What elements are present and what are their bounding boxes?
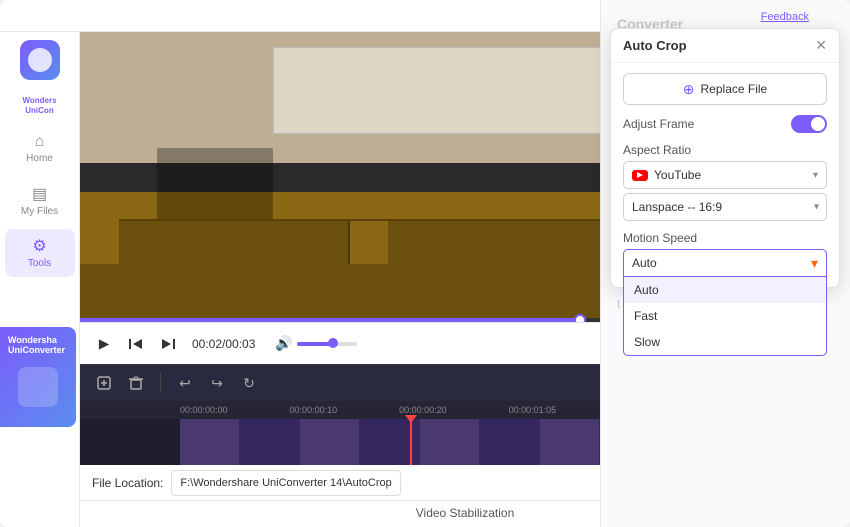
landscape-select-wrapper: Lanspace -- 16:9 xyxy=(623,193,827,221)
autocrop-modal: Feedback Auto Crop ✕ ⊕ Replace File Adju… xyxy=(610,28,840,288)
modal-title: Auto Crop xyxy=(623,38,687,53)
youtube-select-arrow: ▾ xyxy=(813,170,818,181)
ruler-mark-2: 00:00:00:20 xyxy=(399,405,447,415)
promo-banner: WondershaUniConverter xyxy=(0,327,76,427)
dropdown-option-auto[interactable]: Auto xyxy=(624,277,826,303)
chair-right xyxy=(388,221,619,265)
thumb-6 xyxy=(480,419,540,465)
prev-button[interactable] xyxy=(124,332,148,356)
thumb-5 xyxy=(420,419,480,465)
chair-left xyxy=(119,221,350,265)
delete-clip-button[interactable] xyxy=(124,371,148,395)
toggle-thumb xyxy=(811,117,825,131)
home-icon: ⌂ xyxy=(35,133,45,151)
modal-body: ⊕ Replace File Adjust Frame Aspect Ratio… xyxy=(611,63,839,287)
add-clip-button[interactable] xyxy=(92,371,116,395)
video-progress-fill xyxy=(80,318,581,322)
sidebar-item-tools[interactable]: ⚙ Tools xyxy=(5,229,75,277)
aspect-ratio-label: Aspect Ratio xyxy=(623,143,827,157)
landscape-select[interactable]: Lanspace -- 16:9 xyxy=(623,193,827,221)
playhead[interactable] xyxy=(410,419,412,465)
tools-icon: ⚙ xyxy=(32,236,46,256)
promo-icon xyxy=(18,367,58,407)
undo-button[interactable]: ↩ xyxy=(173,371,197,395)
adjust-frame-label: Adjust Frame xyxy=(623,117,694,131)
sidebar-files-label: My Files xyxy=(21,206,58,217)
adjust-frame-toggle[interactable] xyxy=(791,115,827,133)
replace-icon: ⊕ xyxy=(683,81,695,98)
promo-text: WondershaUniConverter xyxy=(0,327,76,363)
ruler-mark-0: 00:00:00:00 xyxy=(180,405,228,415)
refresh-button[interactable]: ↻ xyxy=(237,371,261,395)
sidebar: Wonders UniCon ⌂ Home ▤ My Files ⚙ Tools xyxy=(0,32,80,527)
thumb-7 xyxy=(540,419,600,465)
ruler-mark-1: 00:00:00:10 xyxy=(290,405,338,415)
volume-area: 🔊 xyxy=(275,335,356,352)
volume-thumb xyxy=(328,338,338,348)
modal-header: Auto Crop ✕ xyxy=(611,29,839,63)
youtube-label: YouTube xyxy=(654,168,813,182)
sidebar-home-label: Home xyxy=(26,153,53,164)
motion-speed-label: Motion Speed xyxy=(623,231,827,245)
redo-button[interactable]: ↪ xyxy=(205,371,229,395)
dropdown-option-fast[interactable]: Fast xyxy=(624,303,826,329)
sidebar-tools-label: Tools xyxy=(28,258,51,269)
feedback-link[interactable]: Feedback xyxy=(761,11,809,23)
replace-file-label: Replace File xyxy=(701,82,768,96)
replace-file-button[interactable]: ⊕ Replace File xyxy=(623,73,827,105)
logo-icon xyxy=(28,48,52,72)
modal-close-button[interactable]: ✕ xyxy=(815,37,827,54)
app-name: Wonders UniCon xyxy=(22,96,56,117)
thumb-2 xyxy=(240,419,300,465)
sidebar-item-my-files[interactable]: ▤ My Files xyxy=(5,177,75,225)
thumb-1 xyxy=(180,419,240,465)
files-icon: ▤ xyxy=(32,184,47,204)
youtube-icon xyxy=(632,170,648,181)
volume-slider[interactable] xyxy=(297,342,357,346)
dropdown-arrow-icon: ▾ xyxy=(811,255,818,272)
adjust-frame-row: Adjust Frame xyxy=(623,115,827,133)
volume-icon[interactable]: 🔊 xyxy=(275,335,292,352)
app-window: – □ ✕ Wonders UniCon ⌂ Home xyxy=(0,0,850,527)
sidebar-item-home[interactable]: ⌂ Home xyxy=(5,125,75,173)
file-location-label: File Location: xyxy=(92,476,163,490)
scene-projector xyxy=(273,47,620,134)
app-logo xyxy=(20,40,60,80)
thumb-3 xyxy=(300,419,360,465)
dropdown-option-slow[interactable]: Slow xyxy=(624,329,826,355)
motion-speed-value: Auto xyxy=(632,256,657,270)
motion-speed-dropdown-trigger[interactable]: Auto ▾ xyxy=(623,249,827,277)
aspect-ratio-group: Aspect Ratio YouTube ▾ Lanspace -- 16:9 xyxy=(623,143,827,221)
next-button[interactable] xyxy=(156,332,180,356)
motion-speed-dropdown: Auto Fast Slow xyxy=(623,277,827,356)
motion-speed-group: Motion Speed Auto ▾ Auto Fast Slow xyxy=(623,231,827,277)
file-location-select[interactable]: F:\Wondershare UniConverter 14\AutoCrop xyxy=(171,470,401,496)
play-button[interactable]: ▶ xyxy=(92,332,116,356)
ruler-mark-3: 00:00:01:05 xyxy=(509,405,557,415)
youtube-select[interactable]: YouTube ▾ xyxy=(623,161,827,189)
time-display: 00:02/00:03 xyxy=(192,337,255,351)
toolbar-divider xyxy=(160,373,161,393)
